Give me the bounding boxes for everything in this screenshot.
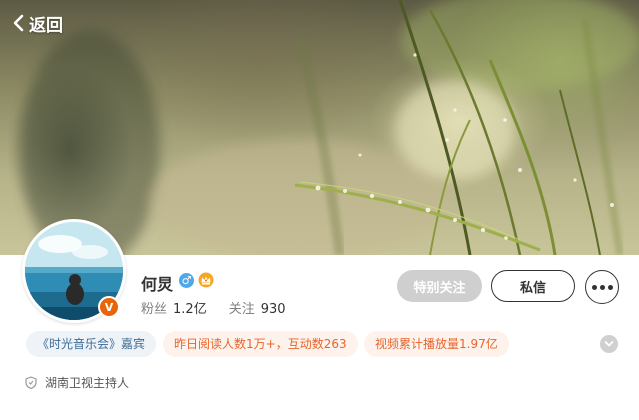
tag-program-guest[interactable]: 《时光音乐会》嘉宾 bbox=[26, 331, 157, 357]
male-gender-icon: ♂ bbox=[179, 273, 194, 288]
tag-reading-stats[interactable]: 昨日阅读人数1万+，互动数263 bbox=[163, 331, 358, 357]
special-follow-button[interactable]: 特别关注 bbox=[397, 270, 482, 302]
followers-count[interactable]: 1.2亿 bbox=[173, 298, 207, 317]
more-dots-icon bbox=[599, 284, 605, 290]
more-dots-icon bbox=[591, 284, 597, 290]
chevron-left-icon bbox=[13, 14, 24, 32]
verified-glyph: V bbox=[104, 300, 114, 314]
profile-name: 何炅 bbox=[141, 275, 174, 294]
following-label: 关注 bbox=[228, 302, 255, 317]
description-text: 湖南卫视主持人 bbox=[45, 376, 130, 390]
back-button[interactable]: 返回 bbox=[12, 10, 63, 36]
expand-tags-button[interactable] bbox=[600, 335, 618, 353]
profile-description: 湖南卫视主持人 bbox=[25, 374, 129, 391]
tag-video-plays[interactable]: 视频累计播放量1.97亿 bbox=[364, 331, 509, 357]
more-options-button[interactable] bbox=[585, 270, 619, 304]
back-label: 返回 bbox=[29, 15, 63, 36]
chevron-down-icon bbox=[604, 341, 614, 347]
profile-stats: 粉丝 1.2亿 关注 930 bbox=[141, 298, 308, 317]
cover-image bbox=[0, 0, 639, 255]
verified-badge-icon: V bbox=[98, 296, 120, 318]
shield-icon bbox=[25, 376, 37, 389]
followers-label: 粉丝 bbox=[141, 302, 168, 317]
more-dots-icon bbox=[607, 284, 613, 290]
grass-illustration bbox=[20, 0, 639, 255]
private-message-button[interactable]: 私信 bbox=[491, 270, 575, 302]
crown-icon[interactable] bbox=[198, 272, 214, 288]
following-count[interactable]: 930 bbox=[261, 302, 286, 317]
